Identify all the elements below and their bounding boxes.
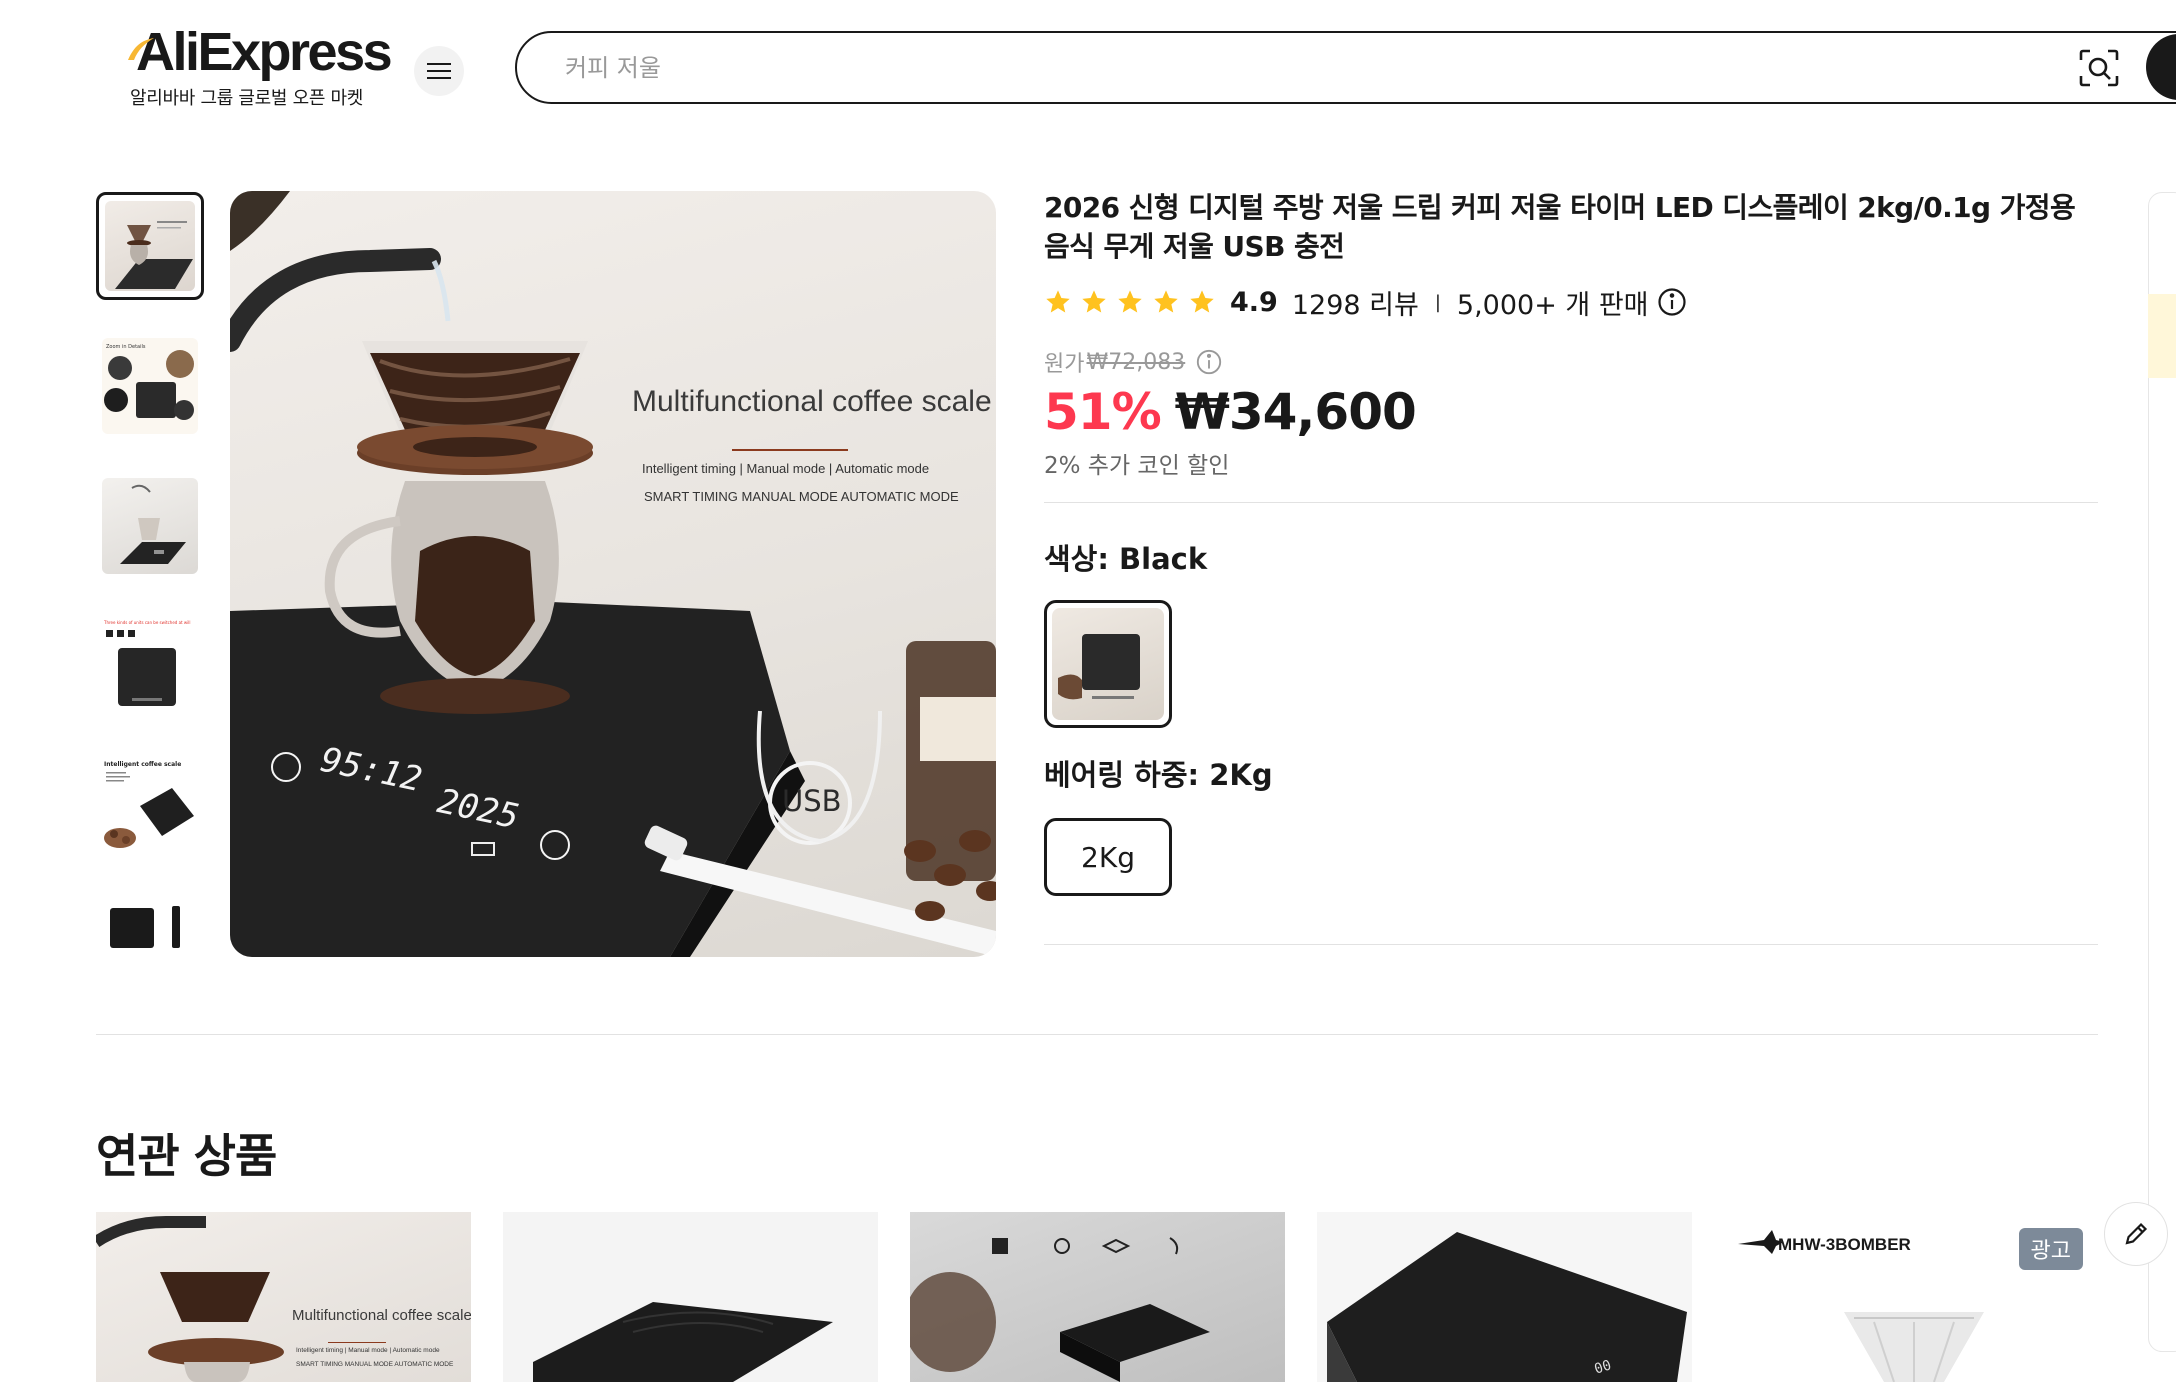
thumbnail-list: Zoom in Details Three kinds of units can…	[96, 192, 206, 958]
star-icon	[1046, 290, 1070, 313]
edit-feedback-button[interactable]	[2104, 1202, 2168, 1266]
thumbnail-5[interactable]: Intelligent coffee scale	[96, 752, 204, 860]
image-search-button[interactable]	[2079, 49, 2119, 87]
review-count-link[interactable]: 1298 리뷰	[1292, 283, 1419, 322]
search-bar	[515, 31, 2176, 104]
pencil-icon	[2125, 1222, 2148, 1245]
search-input[interactable]	[565, 51, 1965, 85]
original-price-label: 원가	[1044, 352, 1085, 377]
color-swatch-image	[1058, 634, 1140, 700]
sale-price: ₩34,600	[1174, 383, 1417, 441]
thumbnail-5-image: Intelligent coffee scale	[104, 761, 194, 848]
image-headline: Multifunctional coffee scale	[632, 385, 992, 418]
logo-swoosh-icon	[128, 38, 154, 60]
svg-text:Multifunctional coffee scale: Multifunctional coffee scale	[632, 385, 992, 418]
star-icon	[1154, 290, 1178, 313]
card-1-feature-line-1: Intelligent timing | Manual mode | Autom…	[296, 1347, 440, 1354]
camera-search-icon	[2079, 49, 2119, 87]
card-1-headline: Multifunctional coffee scale	[292, 1307, 471, 1324]
side-panel-highlight	[2148, 294, 2176, 378]
color-option-black[interactable]	[1044, 600, 1172, 728]
original-price-row: 원가 ₩72,083	[1044, 346, 1223, 378]
separator: |	[1434, 291, 1441, 313]
star-icon	[1082, 290, 1106, 313]
thumbnail-6[interactable]	[96, 892, 204, 958]
aliexpress-logo[interactable]: AliExpress 알리바바 그룹 글로벌 오픈 마켓	[128, 22, 393, 110]
card-5-brand: MHW-3BOMBER	[1778, 1235, 1911, 1254]
related-product-card-4[interactable]: 00	[1317, 1212, 1692, 1382]
divider	[1044, 502, 2098, 503]
related-product-card-3[interactable]	[910, 1212, 1285, 1382]
image-feature-line-2: SMART TIMING MANUAL MODE AUTOMATIC MODE	[644, 489, 959, 504]
price-info-button[interactable]	[1195, 348, 1223, 376]
original-price: ₩72,083	[1086, 349, 1186, 375]
coffee-scale-illustration: 95:12 2025 USB Multifunctional coffee sc…	[230, 191, 996, 957]
related-product-image-4: 00	[1327, 1232, 1687, 1382]
menu-button[interactable]	[414, 46, 464, 96]
thumbnail-5-caption: Intelligent coffee scale	[104, 761, 181, 768]
related-product-image-2	[533, 1302, 833, 1382]
star-icon	[1118, 290, 1142, 313]
discount-percent: 51%	[1044, 383, 1162, 441]
color-label: 색상: Black	[1044, 542, 1208, 576]
logo-text: AliExpress	[136, 22, 393, 82]
info-icon	[1657, 288, 1686, 316]
related-product-card-5[interactable]: MHW-3BOMBER 광고	[1724, 1212, 2099, 1382]
product-title: 2026 신형 디지털 주방 저울 드립 커피 저울 타이머 LED 디스플레이…	[1044, 191, 2076, 263]
image-feature-line-1: Intelligent timing | Manual mode | Autom…	[642, 461, 929, 476]
related-products-title: 연관 상품	[96, 1129, 277, 1183]
thumbnail-3-image	[120, 484, 186, 564]
thumbnail-4-caption: Three kinds of units can be switched at …	[103, 620, 190, 625]
related-product-card-1[interactable]: Multifunctional coffee scale Intelligent…	[96, 1212, 471, 1382]
star-icon	[1190, 290, 1214, 313]
price-row: 51% ₩34,600	[1044, 382, 1417, 442]
related-product-image-1: Multifunctional coffee scale Intelligent…	[96, 1216, 471, 1382]
thumbnail-4-image: Three kinds of units can be switched at …	[103, 620, 190, 706]
info-icon	[1197, 349, 1222, 375]
star-rating	[1044, 288, 1216, 316]
related-product-image-3	[910, 1237, 1210, 1382]
main-product-image[interactable]: 95:12 2025 USB Multifunctional coffee sc…	[230, 191, 996, 957]
bearing-load-label: 베어링 하중: 2Kg	[1044, 758, 1273, 792]
ad-badge: 광고	[2018, 1228, 2083, 1270]
related-product-card-2[interactable]	[503, 1212, 878, 1382]
logo-subtitle: 알리바바 그룹 글로벌 오픈 마켓	[130, 88, 364, 109]
sold-info-button[interactable]	[1657, 287, 1687, 317]
thumbnail-4[interactable]: Three kinds of units can be switched at …	[96, 612, 204, 720]
card-1-feature-line-2: SMART TIMING MANUAL MODE AUTOMATIC MODE	[296, 1361, 454, 1368]
usb-label: USB	[782, 784, 842, 818]
section-divider	[96, 1034, 2098, 1035]
thumbnail-3[interactable]	[96, 472, 204, 580]
thumbnail-1-image	[115, 221, 193, 289]
coin-discount: 2% 추가 코인 할인	[1044, 453, 1230, 479]
thumbnail-2[interactable]: Zoom in Details	[96, 332, 204, 440]
divider	[1044, 944, 2098, 945]
thumbnail-2-caption: Zoom in Details	[106, 344, 146, 350]
sold-count: 5,000+ 개 판매	[1456, 289, 1649, 321]
menu-icon	[427, 63, 451, 79]
thumbnail-2-image: Zoom in Details	[104, 344, 194, 420]
thumbnail-1[interactable]	[96, 192, 204, 300]
thumbnail-6-image	[110, 906, 180, 948]
bearing-option-2kg[interactable]: 2Kg	[1044, 818, 1172, 896]
rating-score: 4.9	[1230, 286, 1278, 318]
rating-row[interactable]: 4.9 1298 리뷰 | 5,000+ 개 판매	[1044, 282, 1687, 322]
